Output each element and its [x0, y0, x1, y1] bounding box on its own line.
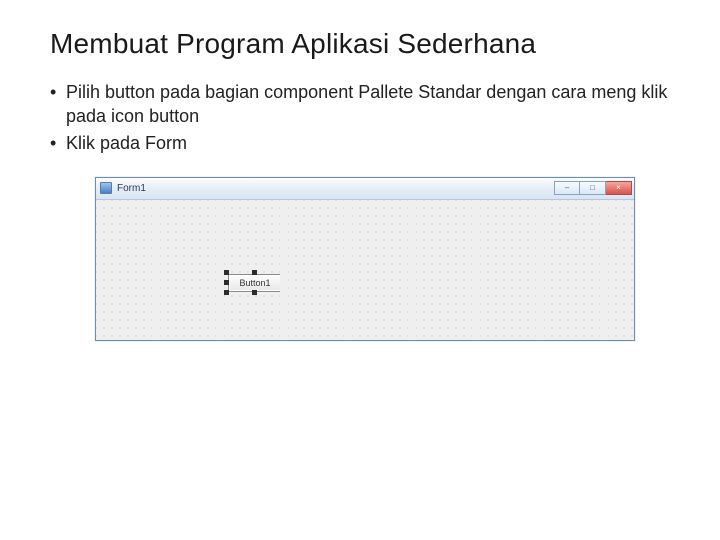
bullet-list: Pilih button pada bagian component Palle…: [50, 80, 680, 155]
selection-handle-icon[interactable]: [252, 290, 257, 295]
screenshot-figure: Form1 – □ × Button1: [95, 177, 635, 341]
maximize-button[interactable]: □: [580, 181, 606, 195]
form-designer-surface[interactable]: Button1: [96, 200, 634, 340]
window-buttons: – □ ×: [554, 181, 632, 195]
selection-handle-icon[interactable]: [224, 280, 229, 285]
titlebar[interactable]: Form1 – □ ×: [96, 178, 634, 200]
window-title: Form1: [117, 183, 146, 194]
slide-title: Membuat Program Aplikasi Sederhana: [50, 28, 680, 60]
selection-handle-icon[interactable]: [280, 270, 285, 275]
bullet-item: Pilih button pada bagian component Palle…: [50, 80, 680, 129]
form-window: Form1 – □ × Button1: [95, 177, 635, 341]
selection-handle-icon[interactable]: [280, 290, 285, 295]
selection-handle-icon[interactable]: [252, 270, 257, 275]
bullet-item: Klik pada Form: [50, 131, 680, 155]
minimize-button[interactable]: –: [554, 181, 580, 195]
selection-handle-icon[interactable]: [224, 270, 229, 275]
selection-handle-icon[interactable]: [280, 280, 285, 285]
selection-handle-icon[interactable]: [224, 290, 229, 295]
close-button[interactable]: ×: [606, 181, 632, 195]
app-icon: [100, 182, 112, 194]
